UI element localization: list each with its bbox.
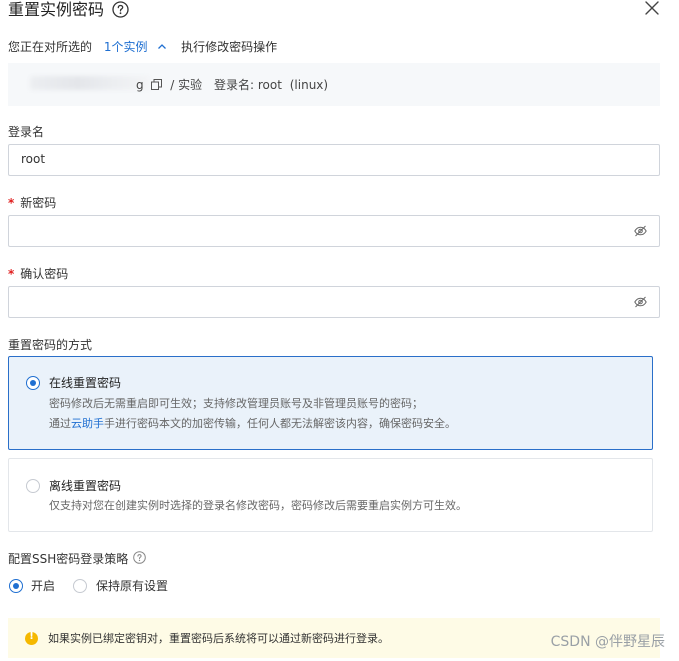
new-password-label-text: 新密码 <box>20 196 57 210</box>
login-name-value: root <box>257 78 282 92</box>
selection-prefix: 您正在对所选的 <box>8 40 93 54</box>
copy-icon[interactable] <box>151 79 163 90</box>
offline-reset-desc: 仅支持对您在创建实例时选择的登录名修改密码，密码修改后需要重启实例方可生效。 <box>49 499 467 512</box>
question-circle-icon[interactable] <box>133 551 146 564</box>
redacted-instance-id <box>30 76 150 90</box>
login-name-label: 登录名: <box>213 78 255 92</box>
chevron-up-icon[interactable] <box>157 42 167 52</box>
new-password-label: * 新密码 <box>8 195 56 211</box>
desc-pre: 通过 <box>49 417 71 430</box>
required-mark: * <box>8 196 15 210</box>
confirm-password-input[interactable] <box>8 286 660 318</box>
ssh-enable-radio[interactable] <box>9 579 23 593</box>
offline-reset-card[interactable]: 离线重置密码 仅支持对您在创建实例时选择的登录名修改密码，密码修改后需要重启实例… <box>8 458 653 532</box>
online-reset-card[interactable]: 在线重置密码 密码修改后无需重启即可生效；支持修改管理员账号及非管理员账号的密码… <box>8 356 653 450</box>
ssh-policy-label: 配置SSH密码登录策略 <box>8 552 129 566</box>
ssh-enable-label[interactable]: 开启 <box>31 578 55 594</box>
cloud-assistant-link[interactable]: 云助手 <box>71 417 104 430</box>
dialog-title: 重置实例密码 <box>8 0 105 19</box>
notice-text: 如果实例已绑定密钥对，重置密码后系统将可以通过新密码进行登录。 <box>48 632 389 645</box>
instance-id-tail: g <box>136 78 144 92</box>
online-reset-desc-1: 密码修改后无需重启即可生效；支持修改管理员账号及非管理员账号的密码； <box>49 397 423 410</box>
warning-icon <box>25 631 38 645</box>
eye-off-icon[interactable] <box>634 225 647 237</box>
online-reset-radio[interactable] <box>26 376 40 390</box>
instance-os: (linux) <box>289 78 329 92</box>
required-mark: * <box>8 267 15 281</box>
login-field-label: 登录名 <box>8 125 45 139</box>
watermark: CSDN @伴野星辰 <box>550 634 665 650</box>
confirm-password-label: * 确认密码 <box>8 266 68 282</box>
reset-method-label: 重置密码的方式 <box>8 338 93 352</box>
instance-count-link[interactable]: 1个实例 <box>104 40 148 54</box>
confirm-password-label-text: 确认密码 <box>20 267 69 281</box>
login-name-input[interactable]: root <box>8 144 660 176</box>
login-name-value-text: root <box>21 152 46 166</box>
close-icon[interactable] <box>644 0 660 16</box>
ssh-keep-label[interactable]: 保持原有设置 <box>96 578 168 594</box>
offline-reset-title: 离线重置密码 <box>49 479 122 493</box>
desc-post: 手进行密码本文的加密传输，任何人都无法解密该内容，确保密码安全。 <box>104 417 456 430</box>
online-reset-desc-2: 通过云助手手进行密码本文的加密传输，任何人都无法解密该内容，确保密码安全。 <box>49 416 456 431</box>
selection-suffix: 执行修改密码操作 <box>181 40 278 54</box>
ssh-keep-radio[interactable] <box>73 579 87 593</box>
selection-summary: 您正在对所选的 1个实例 执行修改密码操作 <box>8 39 277 55</box>
eye-off-icon[interactable] <box>634 296 647 308</box>
question-circle-icon[interactable] <box>112 1 129 18</box>
online-reset-title: 在线重置密码 <box>49 376 122 390</box>
instance-info-box: g / 实验 登录名: root (linux) <box>8 63 660 106</box>
instance-name: / 实验 <box>170 78 203 92</box>
offline-reset-radio[interactable] <box>26 479 40 493</box>
new-password-input[interactable] <box>8 215 660 247</box>
